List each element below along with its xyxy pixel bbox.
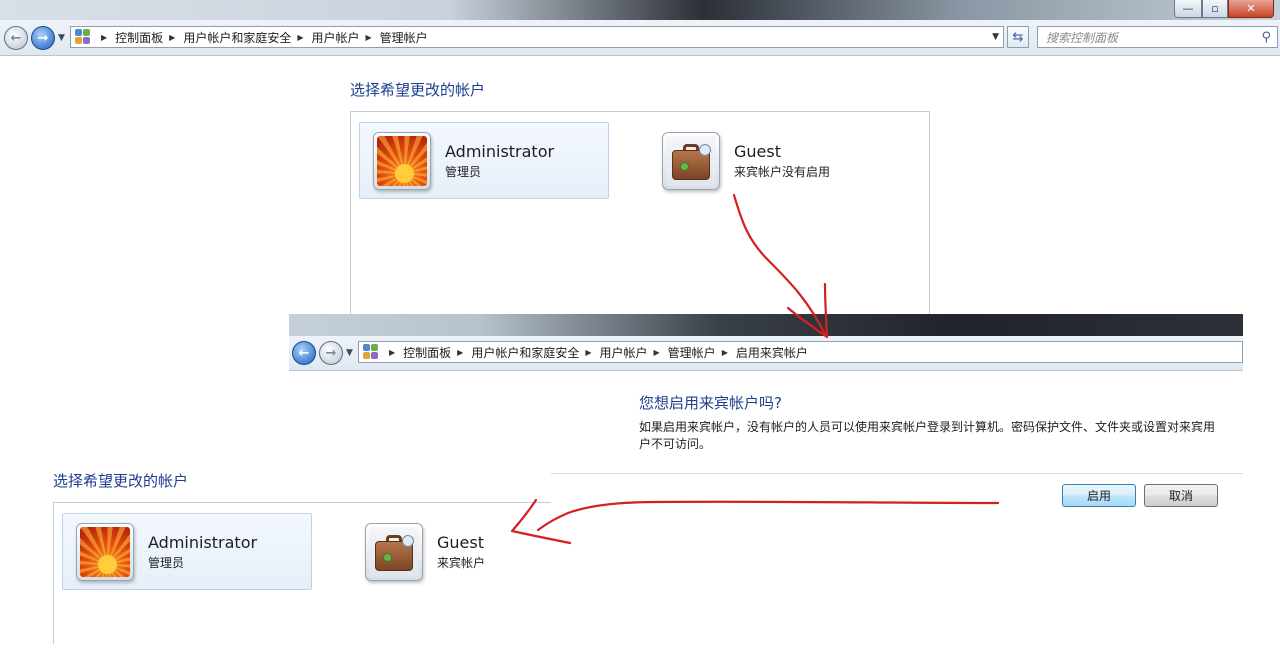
red-arrowhead-left bbox=[510, 498, 572, 545]
red-arrow-down bbox=[732, 193, 828, 338]
annotation-layer bbox=[510, 193, 1000, 545]
red-arrow-left bbox=[536, 500, 1000, 532]
red-arrowhead-down bbox=[786, 282, 829, 339]
